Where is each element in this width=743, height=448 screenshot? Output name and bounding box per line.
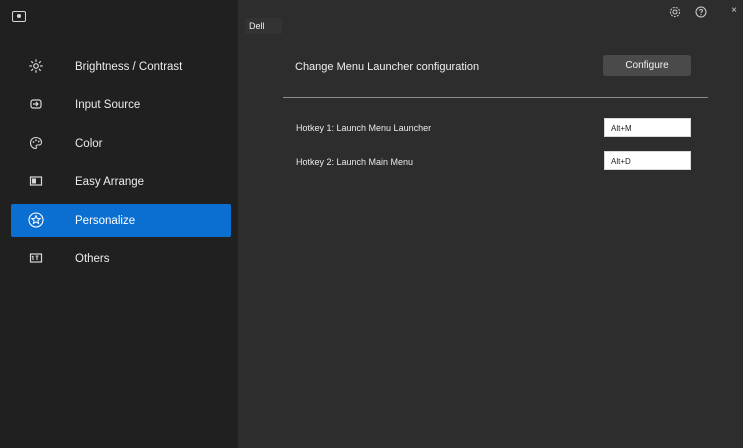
- main-panel: Dell × Change Menu Launcher configuratio…: [238, 0, 743, 448]
- sun-icon: [28, 58, 44, 74]
- easy-arrange-icon: [28, 173, 44, 189]
- sidebar-item-label: Color: [75, 137, 103, 150]
- gear-icon[interactable]: [669, 6, 681, 18]
- sidebar: Brightness / Contrast Input Source Color…: [0, 0, 238, 448]
- input-source-icon: [28, 96, 44, 112]
- sidebar-item-label: Brightness / Contrast: [75, 60, 183, 73]
- help-icon[interactable]: [695, 6, 707, 18]
- sidebar-item-label: Input Source: [75, 98, 141, 111]
- sidebar-item-others[interactable]: Others: [11, 242, 231, 275]
- hotkey1-label: Hotkey 1: Launch Menu Launcher: [296, 123, 432, 133]
- sidebar-item-brightness-contrast[interactable]: Brightness / Contrast: [11, 50, 231, 83]
- hotkey2-label: Hotkey 2: Launch Main Menu: [296, 157, 414, 167]
- hotkey2-input[interactable]: Alt+D: [604, 151, 691, 170]
- hotkey1-input[interactable]: Alt+M: [604, 118, 691, 137]
- palette-icon: [28, 135, 44, 151]
- monitor-tab[interactable]: Dell: [245, 18, 282, 34]
- sidebar-item-label: Easy Arrange: [75, 175, 145, 188]
- sidebar-item-color[interactable]: Color: [11, 127, 231, 160]
- close-icon[interactable]: ×: [728, 4, 740, 16]
- sidebar-item-personalize[interactable]: Personalize: [11, 204, 231, 237]
- star-icon: [28, 212, 44, 228]
- monitor-icon: [12, 11, 26, 22]
- sidebar-item-label: Others: [75, 252, 110, 265]
- sidebar-item-label: Personalize: [75, 214, 136, 227]
- others-icon: [28, 250, 44, 266]
- configure-button[interactable]: Configure: [603, 55, 691, 76]
- sidebar-item-easy-arrange[interactable]: Easy Arrange: [11, 165, 231, 198]
- sidebar-item-input-source[interactable]: Input Source: [11, 88, 231, 121]
- divider: [283, 97, 708, 98]
- launcher-config-label: Change Menu Launcher configuration: [295, 61, 480, 73]
